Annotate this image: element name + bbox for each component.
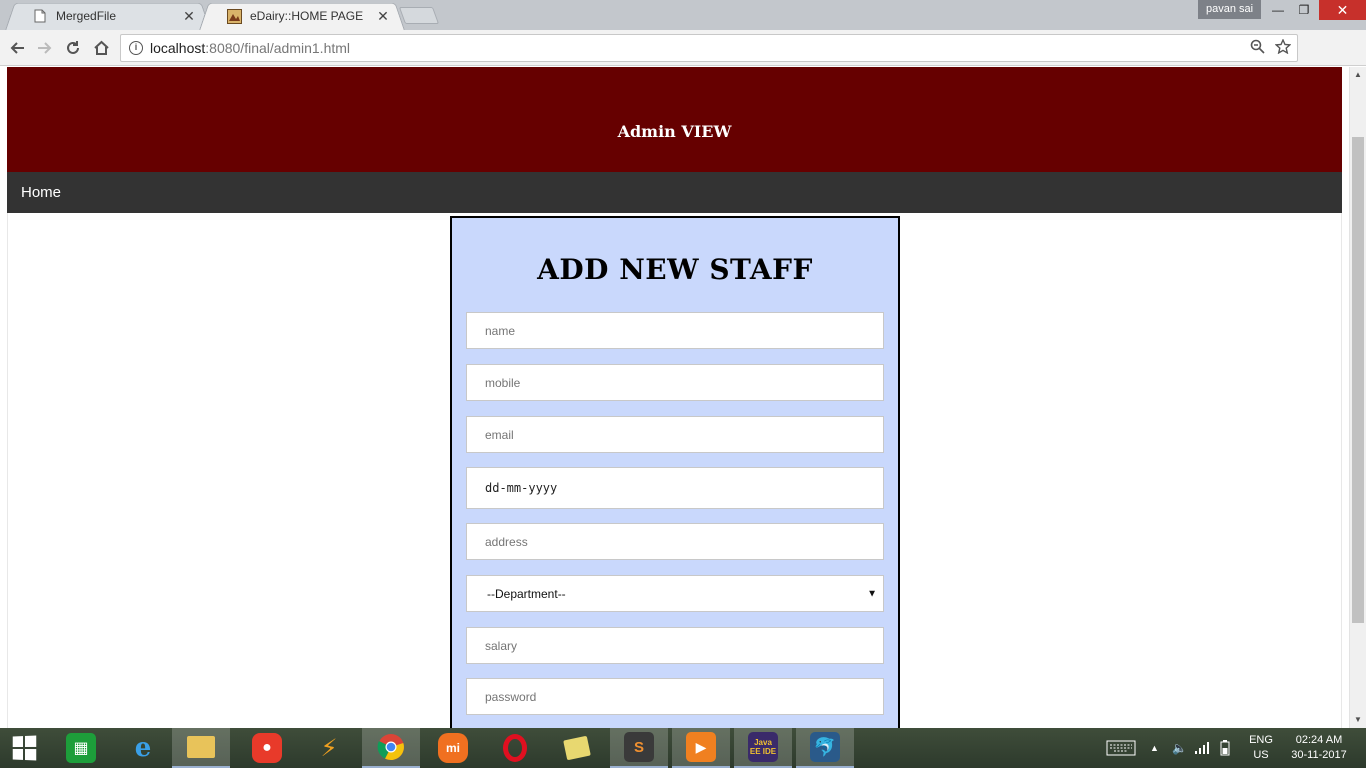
- nav-home-link[interactable]: Home: [21, 184, 61, 201]
- close-tab-icon[interactable]: ✕: [376, 8, 390, 25]
- site-favicon-icon: [226, 8, 242, 24]
- tab-label: MergedFile: [56, 9, 117, 23]
- vertical-scrollbar[interactable]: ▲ ▼: [1349, 67, 1366, 728]
- name-input[interactable]: name: [466, 312, 884, 349]
- back-arrow-icon[interactable]: [6, 37, 28, 59]
- form-title: ADD NEW STAFF: [537, 253, 813, 286]
- tab-edairy-home[interactable]: eDairy::HOME PAGE ✕: [198, 2, 406, 31]
- media-player-icon[interactable]: ▶: [672, 728, 730, 768]
- close-tab-icon[interactable]: ✕: [182, 8, 196, 25]
- profile-button[interactable]: pavan sai: [1198, 0, 1262, 19]
- password-input[interactable]: password: [466, 678, 884, 715]
- gom-player-icon[interactable]: ●: [238, 728, 296, 768]
- salary-input[interactable]: salary: [466, 627, 884, 664]
- minimize-icon[interactable]: —: [1265, 0, 1291, 20]
- file-explorer-store-icon[interactable]: ▦: [52, 728, 110, 768]
- clock-date: 30-11-2017: [1291, 749, 1347, 761]
- battery-icon[interactable]: [1218, 728, 1232, 768]
- sublime-text-icon[interactable]: S: [610, 728, 668, 768]
- volume-icon[interactable]: 🔈: [1172, 728, 1187, 768]
- zoom-icon[interactable]: [1250, 39, 1265, 58]
- scroll-down-arrow-icon[interactable]: ▼: [1350, 712, 1366, 728]
- window-close-icon[interactable]: ✕: [1319, 0, 1366, 20]
- email-input[interactable]: email: [466, 416, 884, 453]
- winamp-icon[interactable]: ⚡: [300, 728, 358, 768]
- info-icon[interactable]: i: [129, 41, 143, 55]
- dropdown-arrow-icon: ▼: [867, 588, 877, 599]
- department-select[interactable]: --Department-- ▼: [466, 575, 884, 612]
- new-tab-button[interactable]: [398, 7, 440, 24]
- start-button[interactable]: [0, 728, 48, 768]
- clock-time: 02:24 AM: [1295, 734, 1343, 746]
- scroll-up-arrow-icon[interactable]: ▲: [1350, 67, 1366, 83]
- input-language-indicator[interactable]: ENG US: [1246, 733, 1276, 763]
- keyboard-icon[interactable]: [1106, 728, 1136, 768]
- browser-toolbar: i localhost:8080/final/admin1.html H: [0, 30, 1366, 86]
- tab-mergedfile[interactable]: MergedFile ✕: [4, 2, 212, 31]
- scrollbar-thumb[interactable]: [1352, 137, 1364, 623]
- chrome-icon[interactable]: [362, 728, 420, 768]
- tab-label: eDairy::HOME PAGE: [250, 9, 364, 23]
- page-title: Admin VIEW: [617, 122, 732, 141]
- home-icon[interactable]: [90, 37, 112, 59]
- page-viewport: Admin VIEW Home ADD NEW STAFF name mobil…: [0, 67, 1366, 728]
- restore-icon[interactable]: ❐: [1291, 0, 1317, 20]
- date-of-birth-input[interactable]: dd-mm-yyyy: [466, 467, 884, 509]
- windows-logo-icon: [12, 735, 37, 761]
- reload-icon[interactable]: [62, 37, 84, 59]
- header-banner: Admin VIEW: [7, 67, 1342, 172]
- windows-taskbar: ▦ e ● ⚡ mi S ▶ Java EE IDE 🐬 ▲ 🔈 ENG US …: [0, 728, 1366, 768]
- browser-tab-strip: MergedFile ✕ eDairy::HOME PAGE ✕ pavan s…: [0, 0, 1366, 31]
- url-text: localhost:8080/final/admin1.html: [150, 40, 351, 56]
- document-icon: [32, 8, 48, 24]
- file-explorer-icon[interactable]: [172, 728, 230, 768]
- mysql-workbench-icon[interactable]: 🐬: [796, 728, 854, 768]
- address-bar[interactable]: i localhost:8080/final/admin1.html: [120, 34, 1298, 62]
- add-staff-form: ADD NEW STAFF name mobile email dd-mm-yy…: [450, 216, 900, 728]
- network-signal-icon[interactable]: [1194, 728, 1210, 768]
- internet-explorer-icon[interactable]: e: [114, 728, 172, 768]
- java-ee-ide-icon[interactable]: Java EE IDE: [734, 728, 792, 768]
- photos-icon[interactable]: [548, 728, 606, 768]
- system-clock[interactable]: 02:24 AM 30-11-2017: [1284, 733, 1354, 763]
- department-selected-value: --Department--: [487, 586, 566, 601]
- address-input[interactable]: address: [466, 523, 884, 560]
- show-hidden-icons-icon[interactable]: ▲: [1150, 728, 1159, 768]
- nav-bar: Home: [7, 172, 1342, 213]
- mobile-input[interactable]: mobile: [466, 364, 884, 401]
- bookmark-star-icon[interactable]: [1274, 38, 1292, 58]
- forward-arrow-icon[interactable]: [34, 37, 56, 59]
- mi-pc-suite-icon[interactable]: mi: [424, 728, 482, 768]
- opera-icon[interactable]: [486, 728, 544, 768]
